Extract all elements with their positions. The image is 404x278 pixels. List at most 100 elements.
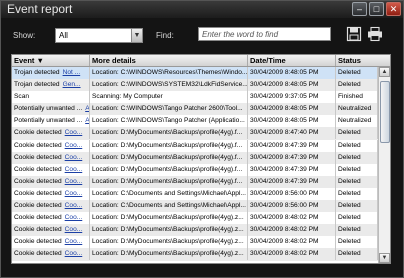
- datetime-cell: 30/04/2009 8:47:39 PM: [248, 175, 336, 188]
- datetime-cell: 30/04/2009 8:48:02 PM: [248, 212, 336, 225]
- details-cell: Location: C:\WINDOWS\SYSTEM32\LdkFidServ…: [90, 79, 248, 92]
- status-cell: Neutralized: [336, 115, 378, 128]
- event-type: Scan: [14, 93, 30, 101]
- status-cell: Deleted: [336, 139, 378, 152]
- find-label: Find:: [156, 31, 174, 40]
- scroll-thumb[interactable]: [380, 81, 390, 143]
- event-detail-link[interactable]: Coo...: [65, 154, 83, 161]
- event-table: Event ▼ More details Date/Time Status Tr…: [11, 54, 391, 264]
- event-cell: Trojan detected Gen...: [12, 79, 90, 92]
- event-detail-link[interactable]: Coo...: [65, 129, 83, 136]
- event-cell: Cookie detected Coo...: [12, 163, 90, 176]
- status-cell: Finished: [336, 91, 378, 104]
- event-cell: Cookie detected Coo...: [12, 212, 90, 225]
- table-row[interactable]: Trojan detected Not ... Location: C:\WINDO…: [12, 67, 378, 80]
- column-header-datetime[interactable]: Date/Time: [248, 55, 336, 66]
- event-type: Cookie detected: [14, 177, 62, 185]
- status-cell: Deleted: [336, 151, 378, 164]
- event-detail-link[interactable]: Not ...: [63, 69, 81, 76]
- datetime-cell: 30/04/2009 8:56:00 PM: [248, 200, 336, 213]
- event-type: Trojan detected: [14, 69, 60, 76]
- table-row[interactable]: Trojan detected Gen... Location: C:\WINDOW…: [12, 79, 378, 92]
- table-row[interactable]: Cookie detected Coo... Location: D:\MyDocu…: [12, 224, 378, 237]
- event-type: Cookie detected: [14, 129, 62, 137]
- event-detail-link[interactable]: Coo...: [65, 238, 83, 245]
- status-cell: Deleted: [336, 187, 378, 200]
- datetime-cell: 30/04/2009 8:47:40 PM: [248, 127, 336, 140]
- datetime-cell: 30/04/2009 8:56:00 PM: [248, 187, 336, 200]
- event-detail-link[interactable]: Coo...: [65, 142, 83, 149]
- event-detail-link[interactable]: Coo...: [65, 178, 83, 185]
- datetime-cell: 30/04/2009 8:47:39 PM: [248, 139, 336, 152]
- status-cell: Deleted: [336, 200, 378, 213]
- table-row[interactable]: Potentially unwanted ... A Location: C:\WI…: [12, 103, 378, 116]
- status-cell: Deleted: [336, 248, 378, 261]
- table-row[interactable]: Cookie detected Coo... Location: C:\Docume…: [12, 187, 378, 200]
- event-detail-link[interactable]: Coo...: [65, 214, 83, 221]
- find-input[interactable]: Enter the word to find: [198, 27, 331, 41]
- toolbar: Show: All ▼ Find: Enter the word to find: [1, 18, 403, 52]
- chevron-down-icon[interactable]: ▼: [131, 29, 142, 42]
- printer-icon[interactable]: [367, 26, 383, 42]
- table-row[interactable]: Cookie detected Coo... Location: D:\MyDocu…: [12, 163, 378, 176]
- save-disk-icon[interactable]: [346, 26, 362, 42]
- event-type: Cookie detected: [14, 214, 62, 222]
- table-row[interactable]: Potentially unwanted ... A Location: C:\WI…: [12, 115, 378, 128]
- datetime-cell: 30/04/2009 8:48:05 PM: [248, 67, 336, 79]
- table-row[interactable]: Cookie detected Coo... Location: D:\MyDocu…: [12, 151, 378, 164]
- maximize-icon[interactable]: □: [369, 2, 384, 16]
- details-cell: Location: C:\WINDOWS\Tango Patcher 2600\…: [90, 103, 248, 116]
- event-type: Cookie detected: [14, 141, 62, 149]
- close-icon[interactable]: ✕: [386, 2, 401, 16]
- datetime-cell: 30/04/2009 8:48:05 PM: [248, 79, 336, 92]
- event-type: Potentially unwanted ...: [14, 105, 83, 113]
- column-header-details[interactable]: More details: [90, 55, 248, 66]
- event-type: Cookie detected: [14, 226, 62, 234]
- event-cell: Trojan detected Not ...: [12, 67, 90, 79]
- status-cell: Deleted: [336, 67, 378, 79]
- show-label: Show:: [13, 31, 36, 40]
- event-detail-link[interactable]: Coo...: [65, 190, 83, 197]
- table-row[interactable]: Cookie detected Coo... Location: D:\MyDocu…: [12, 175, 378, 188]
- table-row[interactable]: Cookie detected Coo... Location: D:\MyDocu…: [12, 139, 378, 152]
- details-cell: Location: C:\Documents and Settings\Mich…: [90, 187, 248, 200]
- table-row[interactable]: Scan Scanning: My Computer 30/04/2009 9:37…: [12, 91, 378, 104]
- minimize-icon[interactable]: –: [352, 2, 367, 16]
- scroll-down-icon[interactable]: ▼: [379, 253, 390, 263]
- scroll-up-icon[interactable]: ▲: [379, 67, 390, 77]
- event-detail-link[interactable]: Gen...: [63, 81, 81, 88]
- details-cell: Location: C:\WINDOWS\Resources\Themes\Wi…: [90, 67, 248, 79]
- event-type: Cookie detected: [14, 189, 62, 197]
- event-type: Cookie detected: [14, 202, 62, 210]
- event-type: Cookie detected: [14, 250, 62, 258]
- event-report-window: Event report – □ ✕ Show: All ▼ Find: Ent…: [0, 0, 404, 278]
- table-row[interactable]: Cookie detected Coo... Location: D:\MyDocu…: [12, 212, 378, 225]
- event-cell: Cookie detected Coo...: [12, 151, 90, 164]
- event-detail-link[interactable]: Coo...: [65, 250, 83, 257]
- status-cell: Deleted: [336, 175, 378, 188]
- datetime-cell: 30/04/2009 8:47:39 PM: [248, 151, 336, 164]
- table-row[interactable]: Cookie detected Coo... Location: D:\MyDocu…: [12, 236, 378, 249]
- event-type: Trojan detected: [14, 81, 60, 89]
- event-cell: Scan: [12, 91, 90, 104]
- event-cell: Cookie detected Coo...: [12, 175, 90, 188]
- column-header-status[interactable]: Status: [336, 55, 390, 66]
- table-row[interactable]: Cookie detected Coo... Location: D:\MyDocu…: [12, 248, 378, 261]
- details-cell: Location: D:\MyDocuments\Backups\profile…: [90, 212, 248, 225]
- details-cell: Location: C:\Documents and Settings\Mich…: [90, 200, 248, 213]
- table-row[interactable]: Cookie detected Coo... Location: C:\Docume…: [12, 200, 378, 213]
- column-header-event[interactable]: Event ▼: [12, 55, 90, 66]
- event-detail-link[interactable]: Coo...: [65, 226, 83, 233]
- vertical-scrollbar[interactable]: ▲ ▼: [378, 67, 390, 263]
- show-filter-select[interactable]: All ▼: [55, 28, 143, 43]
- event-detail-link[interactable]: A: [85, 105, 89, 112]
- event-detail-link[interactable]: Coo...: [65, 202, 83, 209]
- event-detail-link[interactable]: A: [85, 117, 89, 124]
- title-bar[interactable]: Event report – □ ✕: [1, 1, 403, 18]
- show-filter-value: All: [59, 31, 68, 40]
- event-detail-link[interactable]: Coo...: [65, 166, 83, 173]
- status-cell: Deleted: [336, 212, 378, 225]
- table-row[interactable]: Cookie detected Coo... Location: D:\MyDocu…: [12, 127, 378, 140]
- event-type: Cookie detected: [14, 238, 62, 246]
- event-cell: Cookie detected Coo...: [12, 127, 90, 140]
